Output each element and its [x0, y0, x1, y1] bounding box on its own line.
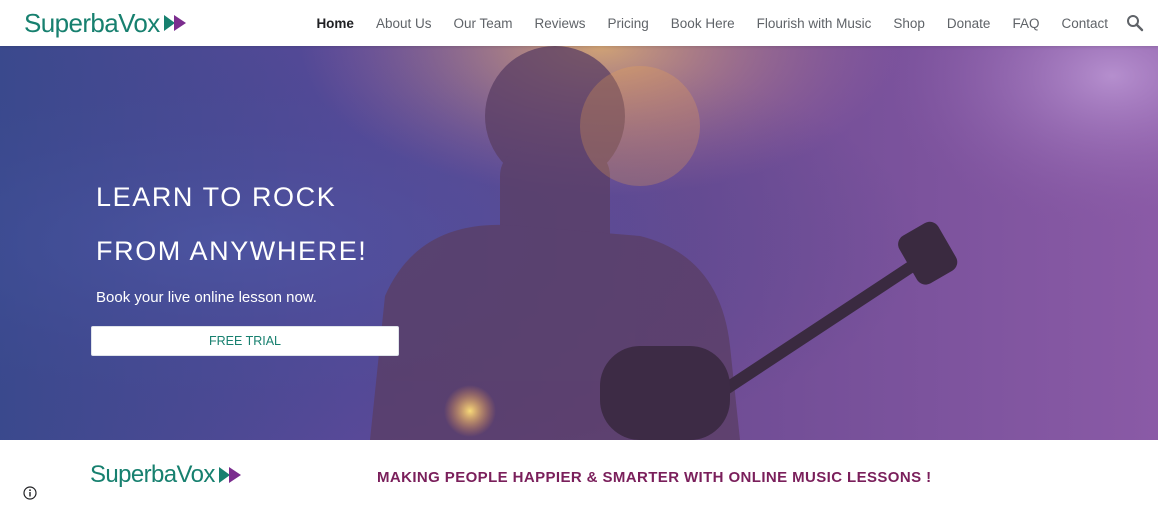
section-logo-text[interactable]: SuperbaVox [90, 461, 215, 489]
brand-name[interactable]: SuperbaVox [24, 8, 160, 38]
nav-shop[interactable]: Shop [893, 16, 925, 31]
nav-reviews[interactable]: Reviews [535, 16, 586, 31]
hero-title: LEARN TO ROCK FROM ANYWHERE! [96, 170, 516, 278]
nav-book-here[interactable]: Book Here [671, 16, 735, 31]
nav-our-team[interactable]: Our Team [453, 16, 512, 31]
logo-arrows-icon [162, 13, 188, 33]
search-icon[interactable] [1126, 14, 1144, 32]
section-tagline: MAKING PEOPLE HAPPIER & SMARTER WITH ONL… [377, 469, 932, 486]
hero-banner: LEARN TO ROCK FROM ANYWHERE! Book your l… [0, 46, 1158, 440]
brand-logo[interactable]: SuperbaVox [24, 8, 188, 38]
info-icon[interactable] [23, 486, 37, 500]
nav-about-us[interactable]: About Us [376, 16, 432, 31]
main-navigation: Home About Us Our Team Reviews Pricing B… [316, 0, 1108, 46]
hero-title-line-2: FROM ANYWHERE! [96, 236, 368, 266]
hero-title-line-1: LEARN TO ROCK [96, 182, 337, 212]
nav-home[interactable]: Home [316, 16, 354, 31]
section-logo[interactable]: SuperbaVox [90, 461, 243, 489]
nav-donate[interactable]: Donate [947, 16, 991, 31]
nav-faq[interactable]: FAQ [1012, 16, 1039, 31]
site-header: SuperbaVox Home About Us Our Team Review… [0, 0, 1158, 46]
nav-contact[interactable]: Contact [1061, 16, 1108, 31]
free-trial-button[interactable]: FREE TRIAL [91, 326, 399, 356]
logo-arrows-icon [217, 465, 243, 485]
nav-flourish-with-music[interactable]: Flourish with Music [757, 16, 872, 31]
hero-subtitle: Book your live online lesson now. [96, 289, 317, 306]
nav-pricing[interactable]: Pricing [608, 16, 649, 31]
